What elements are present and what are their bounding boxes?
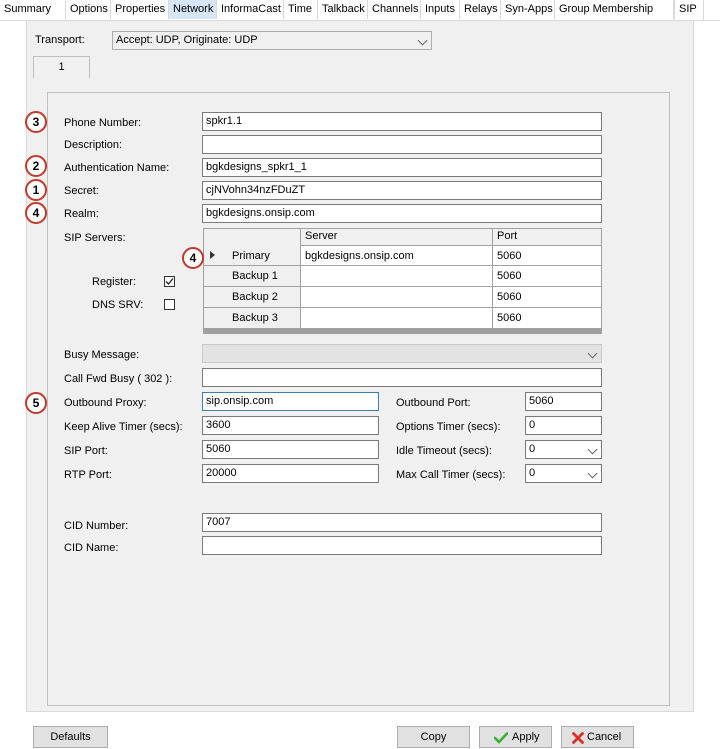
cid-name-label: CID Name: [64, 542, 119, 554]
transport-label: Transport: [35, 34, 85, 46]
options-timer-input[interactable]: 0 [525, 416, 602, 435]
apply-label: Apply [512, 731, 540, 743]
callout-badge: 4 [25, 202, 47, 224]
transport-select[interactable]: Accept: UDP, Originate: UDP [112, 31, 432, 50]
max-call-timer-value: 0 [529, 467, 536, 479]
keep-alive-label: Keep Alive Timer (secs): [64, 421, 183, 433]
tab-talkback[interactable]: Talkback [318, 0, 368, 19]
dns-srv-checkbox[interactable] [164, 299, 175, 310]
max-call-timer-select[interactable]: 0 [525, 464, 602, 483]
tab-informacast[interactable]: InformaCast [217, 0, 284, 19]
check-icon [494, 732, 508, 744]
sip-port-input[interactable]: 5060 [202, 440, 379, 459]
cid-name-input[interactable] [202, 536, 602, 555]
busy-message-select[interactable] [202, 344, 602, 363]
copy-button[interactable]: Copy [397, 726, 470, 748]
tab-syn-apps[interactable]: Syn-Apps [501, 0, 555, 19]
tab-channels[interactable]: Channels [368, 0, 421, 19]
server-row-name[interactable]: Primary [228, 246, 270, 266]
tab-bar: Summary Options Properties Network Infor… [0, 0, 720, 21]
keep-alive-input[interactable]: 3600 [202, 416, 379, 435]
rtp-port-input[interactable]: 20000 [202, 464, 379, 483]
chevron-down-icon [587, 444, 598, 455]
call-fwd-busy-input[interactable] [202, 368, 602, 387]
auth-name-input[interactable]: bgkdesigns_spkr1_1 [202, 158, 602, 177]
options-timer-label: Options Timer (secs): [396, 421, 501, 433]
callout-badge: 5 [25, 392, 47, 414]
max-call-timer-label: Max Call Timer (secs): [396, 469, 506, 481]
register-label: Register: [92, 276, 137, 288]
apply-button[interactable]: Apply [479, 726, 552, 748]
server-row-port[interactable]: 5060 [493, 287, 521, 307]
phone-number-input[interactable]: spkr1.1 [202, 112, 602, 131]
phone-number-label: Phone Number: [64, 117, 142, 129]
sip-servers-label: SIP Servers: [64, 232, 126, 244]
secret-label: Secret: [64, 185, 99, 197]
callout-badge: 2 [25, 155, 47, 177]
outbound-proxy-input[interactable]: sip.onsip.com [202, 392, 379, 411]
call-fwd-busy-label: Call Fwd Busy ( 302 ): [64, 373, 173, 385]
outbound-proxy-label: Outbound Proxy: [64, 397, 147, 409]
chevron-down-icon [587, 348, 598, 359]
cancel-label: Cancel [587, 731, 622, 743]
cid-number-label: CID Number: [64, 520, 129, 532]
tab-properties[interactable]: Properties [111, 0, 169, 19]
tab-summary[interactable]: Summary [0, 0, 66, 19]
column-header-server[interactable]: Server [301, 227, 337, 245]
idle-timeout-select[interactable]: 0 [525, 440, 602, 459]
tab-network[interactable]: Network [169, 0, 217, 19]
realm-input[interactable]: bgkdesigns.onsip.com [202, 204, 602, 223]
server-row-port[interactable]: 5060 [493, 266, 521, 286]
server-row-name[interactable]: Backup 2 [228, 287, 278, 307]
cid-number-input[interactable]: 7007 [202, 513, 602, 532]
callout-badge: 1 [25, 179, 47, 201]
outbound-port-label: Outbound Port: [396, 397, 471, 409]
auth-name-label: Authentication Name: [64, 162, 170, 174]
tab-options[interactable]: Options [66, 0, 111, 19]
callout-badge: 4 [182, 247, 204, 269]
dns-srv-label: DNS SRV: [92, 299, 144, 311]
server-row-name[interactable]: Backup 3 [228, 308, 278, 328]
description-label: Description: [64, 139, 123, 151]
column-header-port[interactable]: Port [493, 227, 517, 245]
grid-bottom-bar [204, 328, 601, 333]
idle-timeout-value: 0 [529, 443, 536, 455]
tab-line-1[interactable]: 1 [33, 56, 90, 78]
callout-badge: 3 [25, 111, 47, 133]
chevron-down-icon [417, 35, 428, 46]
description-input[interactable] [202, 135, 602, 154]
sip-port-label: SIP Port: [64, 445, 108, 457]
chevron-down-icon [587, 468, 598, 479]
rtp-port-label: RTP Port: [64, 469, 112, 481]
server-row-port[interactable]: 5060 [493, 246, 521, 266]
tab-sip[interactable]: SIP [674, 0, 704, 20]
busy-message-label: Busy Message: [64, 349, 140, 361]
x-icon [572, 732, 584, 744]
grid-header [204, 229, 601, 246]
server-row-name[interactable]: Backup 1 [228, 266, 278, 286]
server-row-server[interactable]: bgkdesigns.onsip.com [301, 246, 414, 266]
sip-servers-grid[interactable]: Server Port Primary bgkdesigns.onsip.com… [203, 228, 602, 334]
row-selected-arrow-icon [210, 251, 215, 259]
tab-group-membership[interactable]: Group Membership [555, 0, 674, 19]
server-row-port[interactable]: 5060 [493, 308, 521, 328]
idle-timeout-label: Idle Timeout (secs): [396, 445, 492, 457]
defaults-button[interactable]: Defaults [33, 726, 108, 748]
cancel-button[interactable]: Cancel [561, 726, 634, 748]
register-checkbox[interactable] [164, 276, 175, 287]
tab-relays[interactable]: Relays [460, 0, 501, 19]
transport-value: Accept: UDP, Originate: UDP [116, 34, 258, 46]
tab-time[interactable]: Time [284, 0, 318, 19]
outbound-port-input[interactable]: 5060 [525, 392, 602, 411]
checkmark-icon [165, 278, 174, 285]
realm-label: Realm: [64, 208, 99, 220]
tab-inputs[interactable]: Inputs [421, 0, 460, 19]
secret-input[interactable]: cjNVohn34nzFDuZT [202, 181, 602, 200]
